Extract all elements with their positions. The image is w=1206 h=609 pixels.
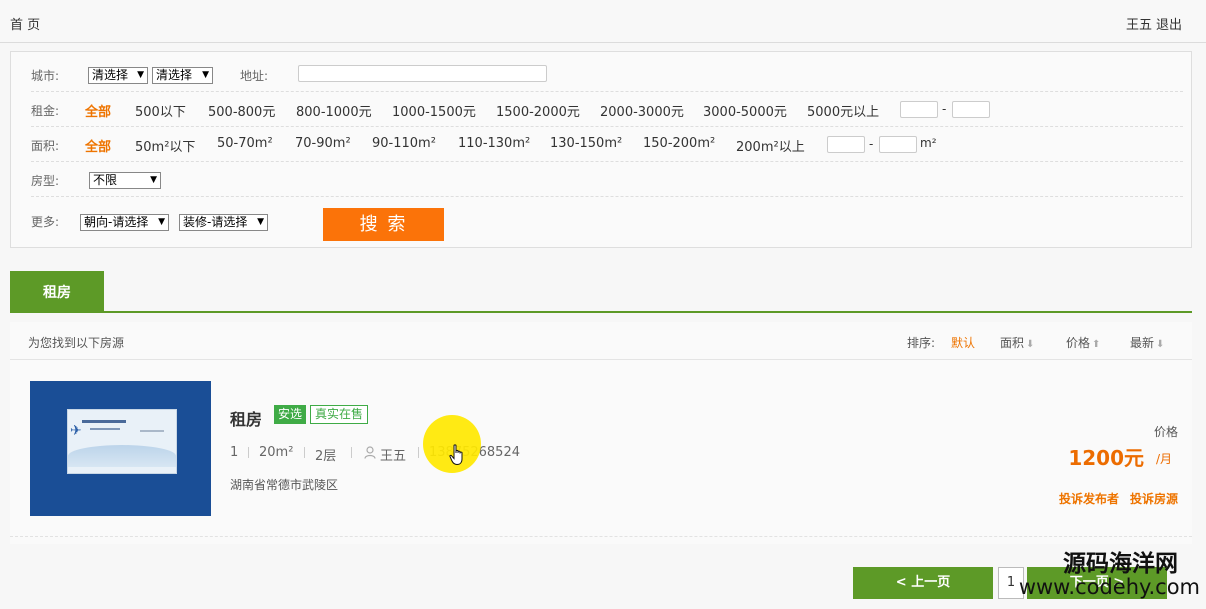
user-name: 王五: [1125, 18, 1152, 33]
filter-row-more: 更多: 朝向-请选择 ▼ 装修-请选择 ▼: [31, 197, 1183, 232]
city-select[interactable]: 清选择 ▼: [152, 67, 213, 84]
decoration-select[interactable]: 装修-请选择 ▼: [179, 214, 268, 231]
orientation-select[interactable]: 朝向-请选择 ▼: [80, 214, 169, 231]
prev-page-button[interactable]: < 上一页: [853, 567, 993, 599]
tab-rent[interactable]: 租房: [10, 271, 104, 313]
chevron-down-icon: ▼: [202, 70, 209, 80]
sort-default[interactable]: 默认: [951, 334, 975, 351]
area-option[interactable]: 50-70m²: [217, 136, 273, 151]
room-type-select[interactable]: 不限 ▼: [89, 172, 161, 189]
listing-price: 1200元: [1068, 446, 1144, 470]
area-max-input[interactable]: [879, 136, 917, 153]
room-label: 房型:: [31, 174, 60, 188]
search-button[interactable]: 搜 索: [323, 208, 444, 241]
badge-anxuan: 安选: [274, 405, 307, 424]
filter-panel: 城市: 清选择 ▼ 清选择 ▼ 地址: 租金: 全部 500以下 500-800元 …: [10, 51, 1192, 248]
area-option[interactable]: 130-150m²: [550, 136, 622, 151]
chevron-down-icon: ▼: [137, 70, 144, 80]
rent-option[interactable]: 2000-3000元: [600, 101, 684, 120]
tab-bar: 租房: [10, 271, 1192, 313]
rent-max-input[interactable]: [952, 101, 990, 118]
chevron-down-icon: ▼: [158, 217, 165, 227]
price-label: 价格: [1153, 425, 1178, 439]
sort-price[interactable]: 价格 ⬆: [1066, 334, 1100, 351]
rent-option[interactable]: 1500-2000元: [496, 101, 580, 120]
filter-row-room: 房型: 不限 ▼: [31, 162, 1183, 197]
rent-option[interactable]: 全部: [85, 101, 111, 120]
sort-label: 排序:: [907, 336, 936, 350]
meta-separator: [304, 447, 305, 458]
area-option[interactable]: 50m²以下: [135, 136, 195, 155]
filter-row-area: 面积: 全部 50m²以下 50-70m² 70-90m² 90-110m² 1…: [31, 127, 1183, 162]
area-option[interactable]: 110-130m²: [458, 136, 530, 151]
more-label: 更多:: [31, 215, 60, 229]
arrow-up-icon: ⬆: [1092, 339, 1101, 350]
rent-option[interactable]: 800-1000元: [296, 101, 372, 120]
airplane-icon: ✈: [70, 423, 82, 439]
meta-separator: [351, 447, 352, 458]
chevron-down-icon: ▼: [257, 217, 264, 227]
area-label: 面积:: [31, 139, 60, 153]
arrow-down-icon: ⬇: [1156, 339, 1165, 350]
watermark: 源码海洋网 www.codehy.com: [1019, 552, 1200, 598]
area-option[interactable]: 全部: [85, 136, 111, 155]
results-panel: 为您找到以下房源 排序: 默认 面积 ⬇ 价格 ⬆ 最新 ⬇ ✈ 租房 安选 真实在售…: [10, 322, 1192, 544]
rent-min-input[interactable]: [900, 101, 938, 118]
person-icon: [364, 446, 376, 459]
rent-label: 租金:: [31, 104, 60, 118]
rent-option[interactable]: 1000-1500元: [392, 101, 476, 120]
province-select[interactable]: 清选择 ▼: [88, 67, 148, 84]
report-publisher-link[interactable]: 投诉发布者: [1059, 490, 1119, 507]
logout-link[interactable]: 退出: [1156, 18, 1182, 33]
listing-agent: 王五: [380, 449, 407, 464]
thumbnail-window-graphic: [67, 409, 177, 474]
rent-range-sep: -: [942, 102, 947, 116]
results-divider: [10, 536, 1192, 537]
filter-row-rent: 租金: 全部 500以下 500-800元 800-1000元 1000-150…: [31, 92, 1183, 127]
rent-option[interactable]: 500-800元: [208, 101, 275, 120]
top-bar: 首 页 王五 退出: [0, 0, 1206, 43]
area-unit: m²: [920, 136, 937, 150]
results-title: 为您找到以下房源: [28, 336, 125, 350]
user-area: 王五 退出: [1122, 14, 1182, 33]
area-option[interactable]: 150-200m²: [643, 136, 715, 151]
arrow-down-icon: ⬇: [1026, 339, 1035, 350]
meta-separator: [248, 447, 249, 458]
address-input[interactable]: [298, 65, 547, 82]
listing-floor: 2层: [315, 449, 337, 464]
meta-separator: [418, 447, 419, 458]
filter-row-city: 城市: 清选择 ▼ 清选择 ▼ 地址:: [31, 57, 1183, 92]
hand-cursor-icon: [449, 444, 463, 466]
listing-address: 湖南省常德市武陵区: [230, 478, 339, 492]
sort-area[interactable]: 面积 ⬇: [1000, 334, 1034, 351]
rent-option[interactable]: 500以下: [135, 101, 186, 120]
watermark-line1: 源码海洋网: [1063, 551, 1178, 577]
city-label: 城市:: [31, 69, 60, 83]
listing-rooms: 1: [230, 445, 239, 460]
address-label: 地址:: [240, 69, 269, 83]
area-option[interactable]: 200m²以上: [736, 136, 805, 155]
rent-option[interactable]: 3000-5000元: [703, 101, 787, 120]
report-listing-link[interactable]: 投诉房源: [1130, 490, 1178, 507]
listing-area: 20m²: [259, 445, 294, 460]
watermark-line2: www.codehy.com: [1018, 575, 1200, 600]
listing-thumbnail[interactable]: ✈: [30, 381, 211, 516]
price-unit: /月: [1155, 452, 1172, 466]
badge-real-sale: 真实在售: [310, 405, 369, 424]
sort-newest[interactable]: 最新 ⬇: [1130, 334, 1164, 351]
area-option[interactable]: 70-90m²: [295, 136, 351, 151]
area-option[interactable]: 90-110m²: [372, 136, 436, 151]
listing-title[interactable]: 租房: [230, 406, 262, 430]
home-link[interactable]: 首 页: [10, 14, 40, 33]
area-range-sep: -: [869, 137, 874, 151]
rent-option[interactable]: 5000元以上: [807, 101, 879, 120]
chevron-down-icon: ▼: [150, 175, 157, 185]
results-header: 为您找到以下房源 排序: 默认 面积 ⬇ 价格 ⬆ 最新 ⬇: [10, 322, 1192, 360]
area-min-input[interactable]: [827, 136, 865, 153]
